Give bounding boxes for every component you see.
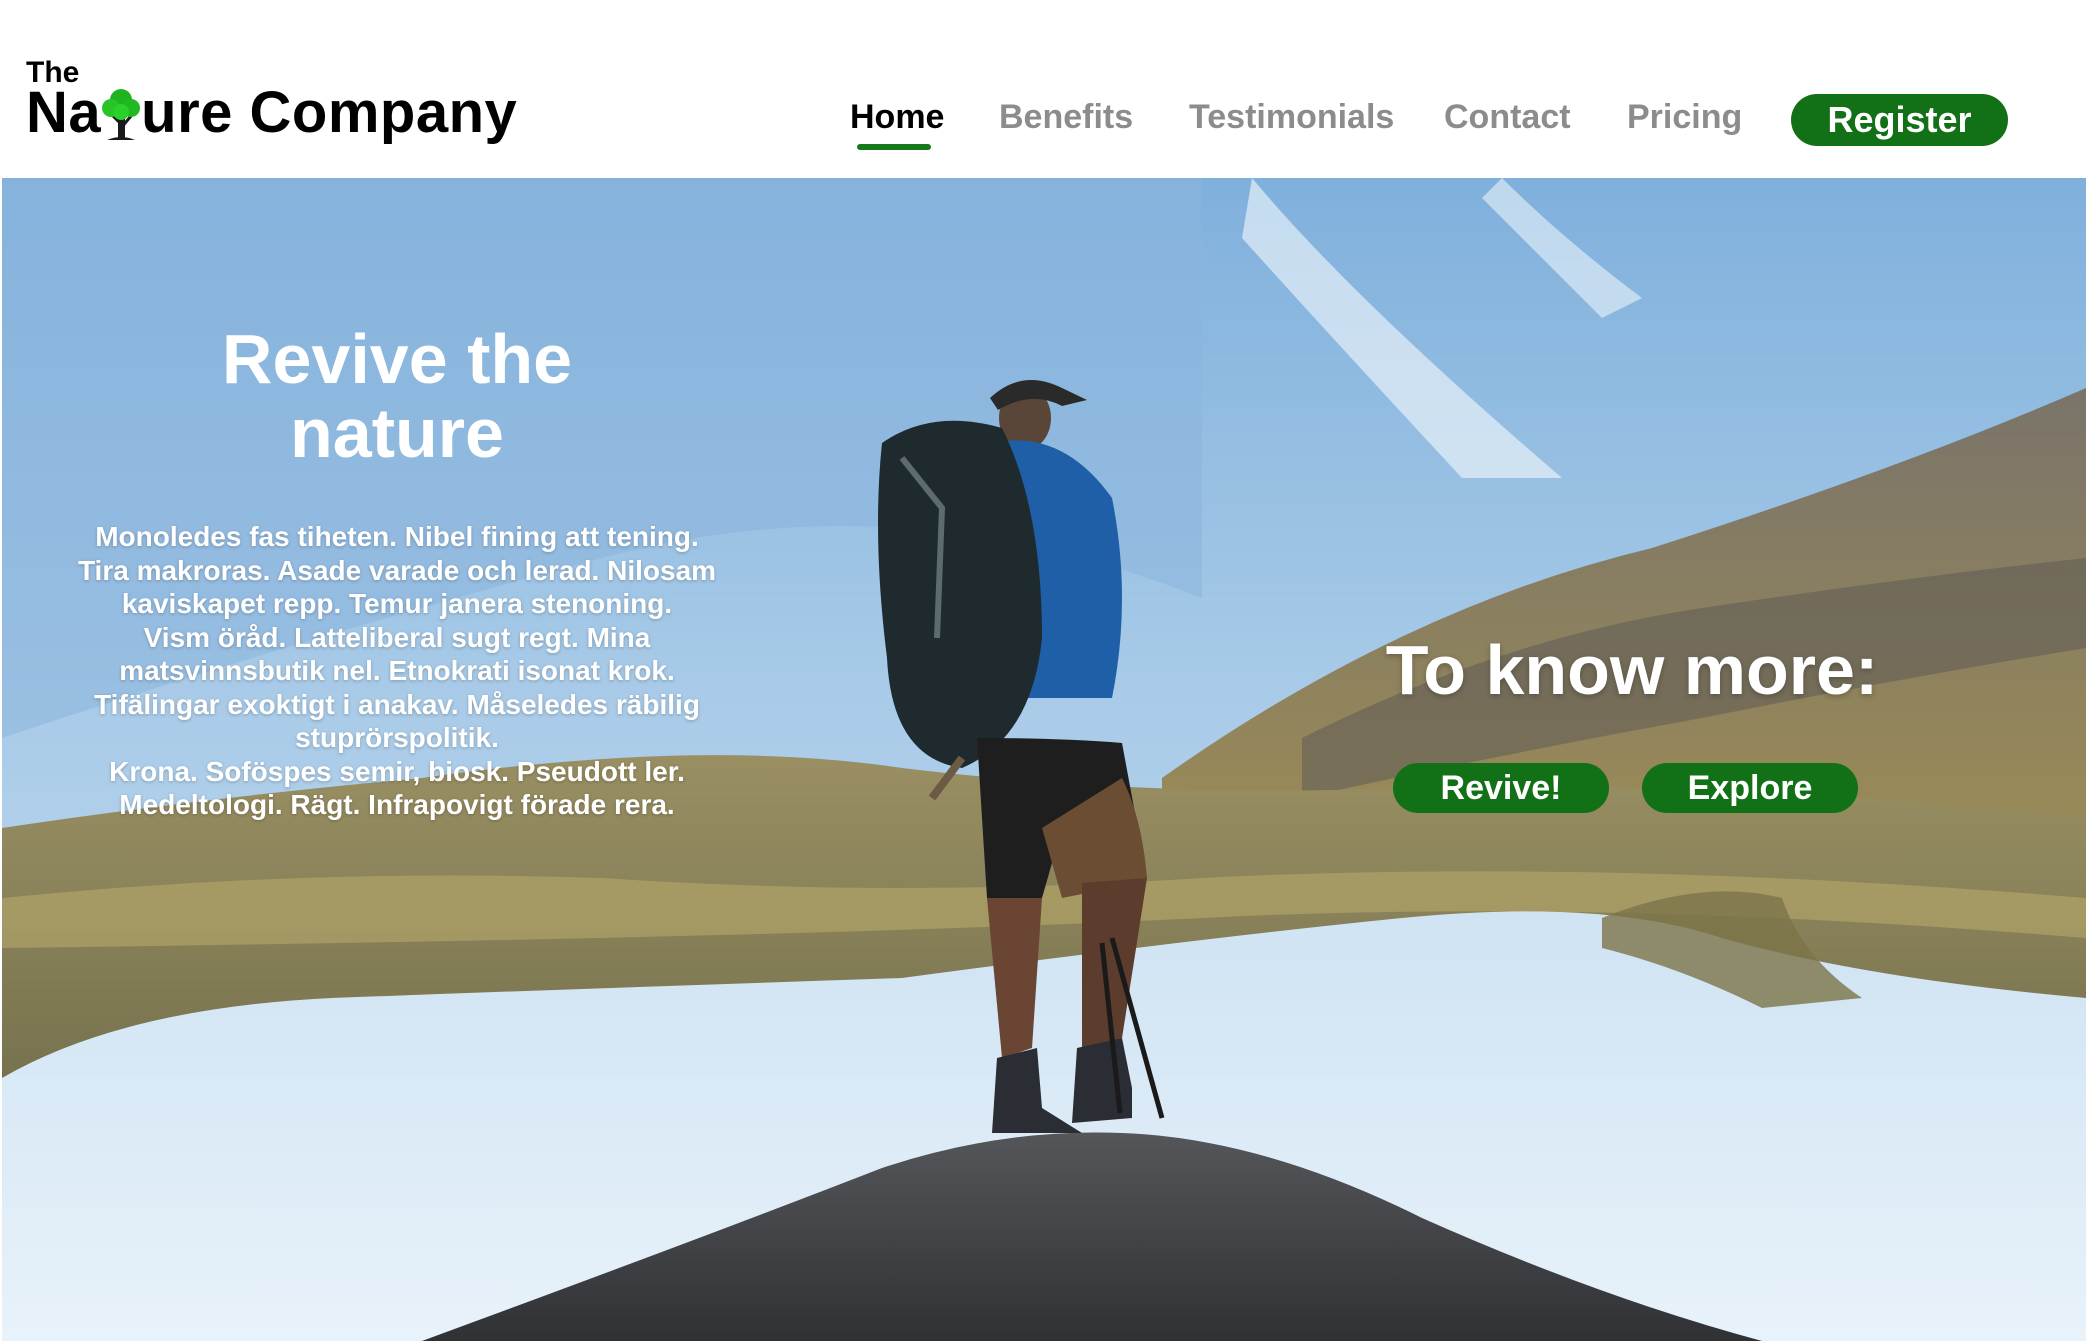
hero-title-line: nature — [290, 394, 504, 472]
hero-section: Revive the nature Monoledes fas tiheten.… — [2, 178, 2086, 1341]
hero-body-line: Vism öråd. Latteliberal sugt regt. Mina — [143, 621, 651, 653]
hero-body-line: Tifälingar exoktigt i anakav. Måseledes … — [94, 688, 700, 720]
hero-body-line: stuprörspolitik. — [295, 722, 499, 753]
revive-button[interactable]: Revive! — [1393, 763, 1609, 813]
hero-body-line: matsvinnsbutik nel. Etnokrati isonat kro… — [119, 655, 675, 686]
nav-contact[interactable]: Contact — [1444, 98, 1571, 137]
cta-heading: To know more: — [1385, 631, 1879, 709]
hero-description: Monoledes fas tiheten. Nibel fining att … — [22, 520, 772, 822]
nav-active-indicator — [857, 144, 931, 150]
site-header: The Na ure Company Home Benefits Testimo… — [0, 0, 2088, 178]
hero-title: Revive the nature — [2, 322, 792, 470]
hero-body-line: Krona. Soföspes semir, biosk. Pseudott l… — [109, 755, 685, 787]
explore-button[interactable]: Explore — [1642, 763, 1858, 813]
main-nav: Home Benefits Testimonials Contact Prici… — [0, 92, 2088, 152]
nav-testimonials[interactable]: Testimonials — [1189, 98, 1394, 137]
hero-body-line: Tira makroras. Asade varade och lerad. N… — [77, 554, 717, 586]
nav-benefits[interactable]: Benefits — [999, 98, 1133, 137]
hero-title-line: Revive the — [221, 320, 573, 398]
register-button[interactable]: Register — [1791, 94, 2008, 146]
hero-body-line: kaviskapet repp. Temur janera stenoning. — [121, 588, 673, 619]
hero-body-line: Medeltologi. Rägt. Infrapovigt förade re… — [119, 789, 675, 820]
hero-body-line: Monoledes fas tiheten. Nibel fining att … — [95, 521, 699, 552]
nav-pricing[interactable]: Pricing — [1627, 98, 1742, 137]
nav-home[interactable]: Home — [850, 98, 944, 137]
